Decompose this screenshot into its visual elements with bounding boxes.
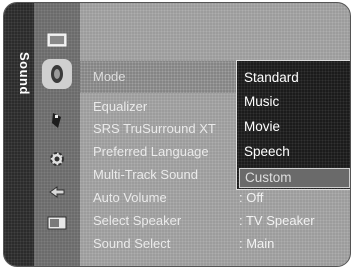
menu-item-srs-trusurround-xt[interactable]: SRS TruSurround XT (93, 119, 216, 139)
menu-item-equalizer[interactable]: Equalizer (93, 97, 147, 117)
auto-volume-value: : Off (239, 190, 264, 205)
mode-option-movie[interactable]: Movie (244, 116, 280, 138)
channel-icon[interactable] (47, 111, 67, 129)
application-icon[interactable] (47, 214, 67, 232)
mode-option-speech[interactable]: Speech (244, 141, 290, 163)
menu-item-preferred-language[interactable]: Preferred Language (93, 142, 209, 162)
sound-icon[interactable] (42, 59, 72, 89)
menu-item-label: Mode (93, 69, 126, 84)
menu-item-sound-select[interactable]: Sound Select (93, 234, 170, 254)
mode-option-standard[interactable]: Standard (244, 67, 299, 89)
sidebar: Sound (4, 3, 34, 266)
select-speaker-value: : TV Speaker (239, 213, 315, 228)
tv-menu-window: Sound Mode Equalizer SRS TruSurround XT … (3, 2, 351, 267)
mode-option-music[interactable]: Music (244, 91, 279, 113)
sidebar-title: Sound (17, 51, 32, 95)
menu-item-select-speaker[interactable]: Select Speaker (93, 211, 181, 231)
setup-icon[interactable] (47, 150, 67, 168)
menu-item-multi-track-sound[interactable]: Multi-Track Sound (93, 165, 198, 185)
picture-icon[interactable] (47, 31, 67, 49)
input-icon[interactable] (47, 183, 67, 201)
mode-option-custom[interactable]: Custom (239, 168, 350, 188)
menu-item-auto-volume[interactable]: Auto Volume (93, 188, 167, 208)
sound-select-value: : Main (239, 236, 275, 251)
menu-item-mode[interactable]: Mode (80, 61, 240, 93)
mode-dropdown[interactable]: Standard Music Movie Speech Custom (236, 60, 350, 190)
category-icon-column (34, 3, 80, 266)
